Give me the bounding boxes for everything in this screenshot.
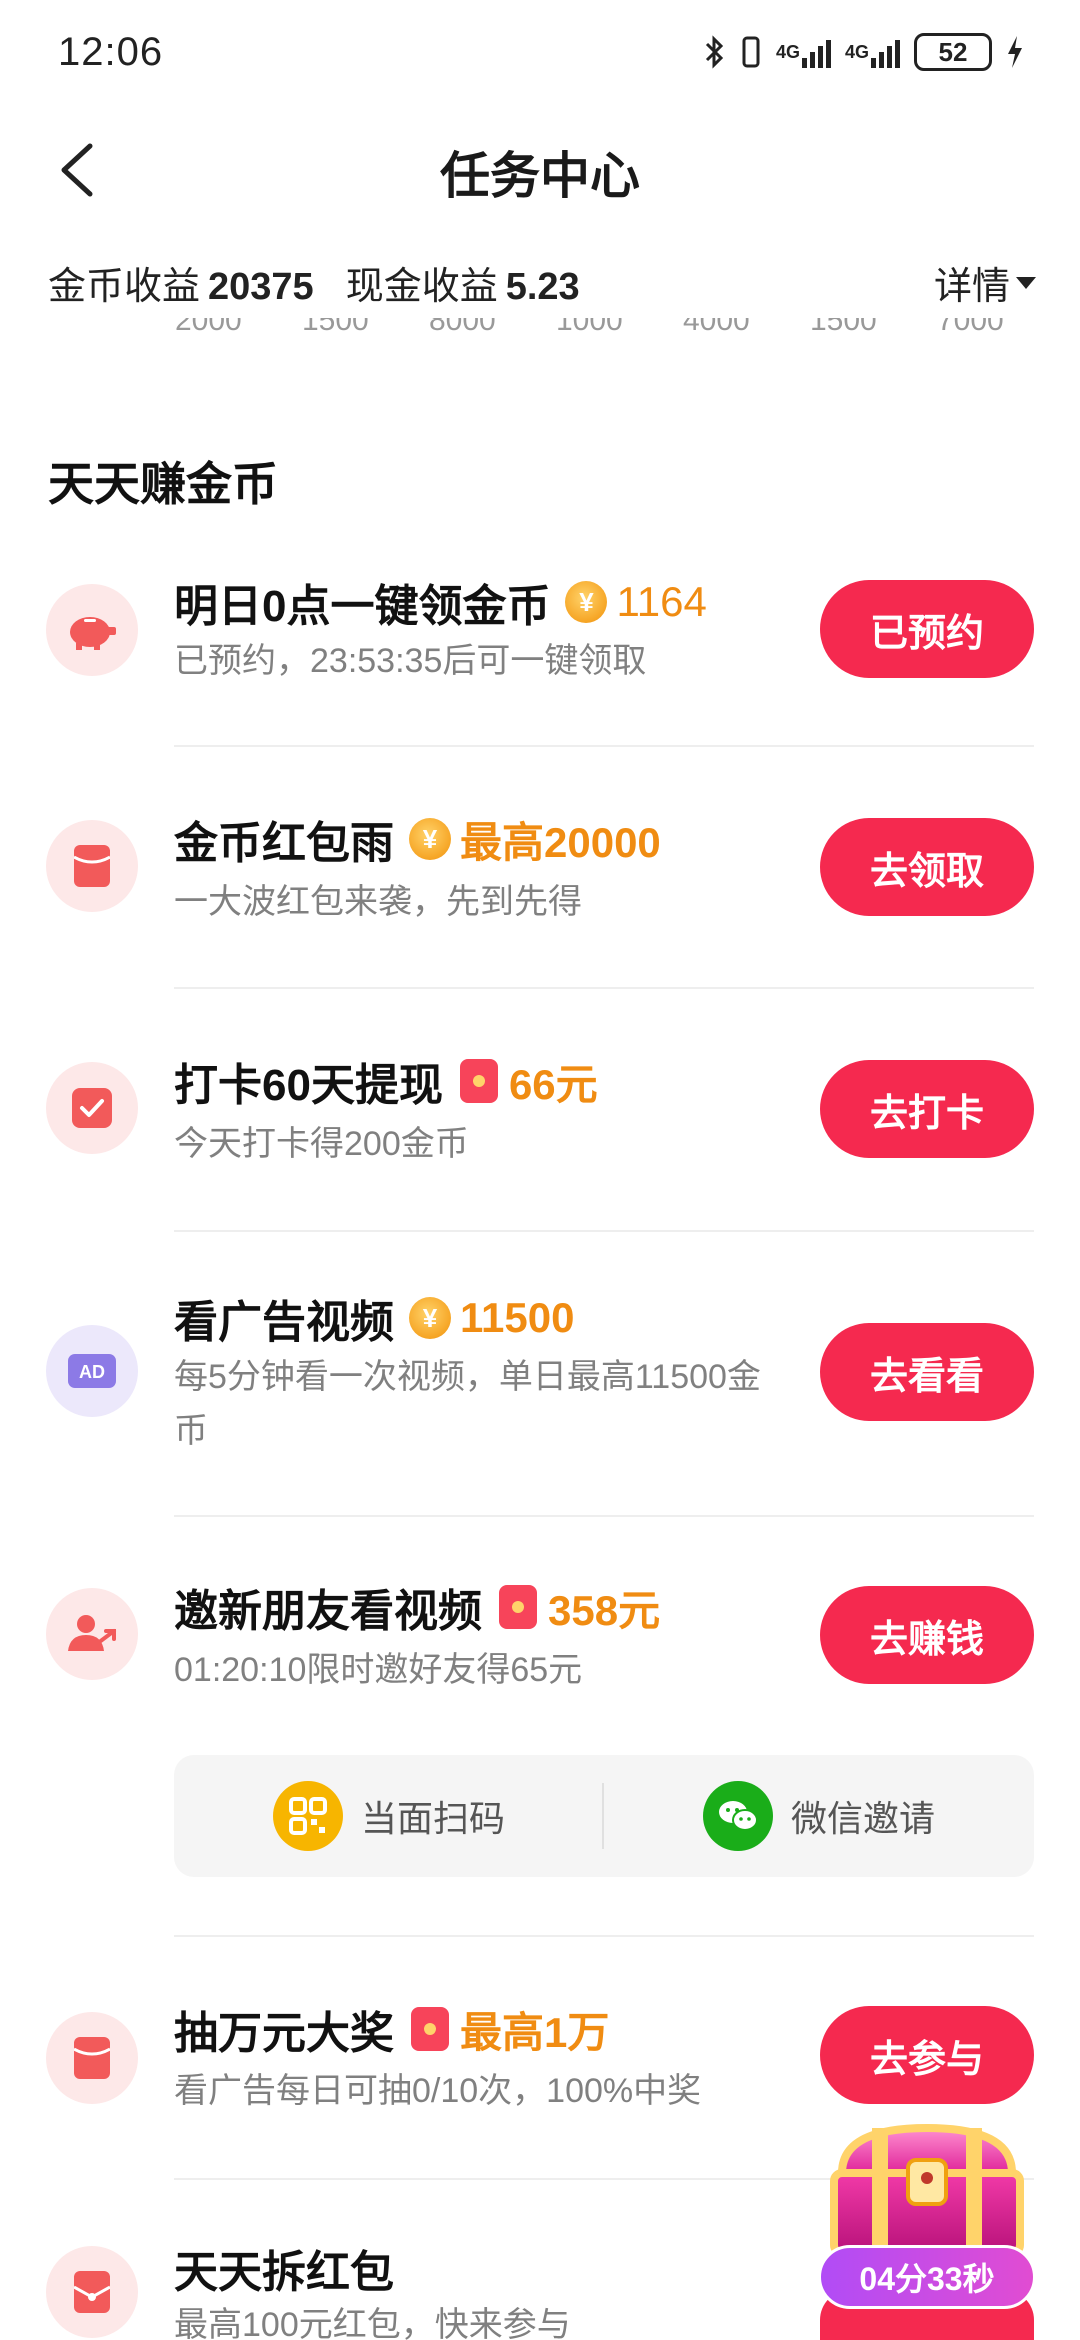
coin-earnings-value: 20375 [208,266,314,308]
status-time: 12:06 [58,30,164,74]
status-bar: 12:06 4G 4G 52 [0,0,1080,110]
checkin-button[interactable]: 去打卡 [820,1060,1034,1158]
battery-indicator: 52 [914,33,992,71]
wechat-invite-label: 微信邀请 [790,1798,935,1839]
header: 任务中心 [0,120,1080,220]
ad-icon: AD [46,1325,138,1417]
red-packet-icon [408,2007,452,2051]
chart-tick: 2000 [175,318,242,337]
task-description: 01:20:10限时邀好友得65元 [174,1651,583,1689]
task-title: 看广告视频 [174,1298,394,1347]
red-envelope-icon [46,2012,138,2104]
signal-1-icon: 4G [776,32,831,72]
task-description: 今天打卡得200金币 [174,1125,469,1163]
vibrate-icon [740,32,762,72]
chart-tick: 4000 [683,318,750,337]
coin-icon: ¥ [408,1296,452,1340]
red-packet-icon [496,1585,540,1629]
bluetooth-icon [704,32,726,72]
svg-text:AD: AD [79,1362,105,1382]
earnings-summary: 金币收益 20375 现金收益 5.23 详情 [48,255,1038,315]
task-title: 打卡60天提现 [174,1061,443,1110]
chart-tick-strip: 2000 1500 8000 1000 4000 1500 7000 [175,318,1035,348]
divider [174,1230,1034,1232]
divider [174,987,1034,989]
participate-button[interactable]: 去参与 [820,2006,1034,2104]
signal-2-icon: 4G [845,32,900,72]
caret-down-icon [1016,276,1036,289]
page-title: 任务中心 [440,148,640,204]
piggy-bank-icon [46,584,138,676]
status-icons: 4G 4G 52 [704,32,1024,72]
charging-icon [1006,32,1024,72]
divider [174,1935,1034,1937]
countdown-timer[interactable]: 04分33秒 [818,2245,1036,2309]
divider [174,745,1034,747]
red-packet-icon [457,1059,501,1103]
section-title: 天天赚金币 [48,458,278,510]
cash-earnings-value: 5.23 [505,266,580,308]
chart-tick: 7000 [937,318,1004,337]
task-reward: 11500 [460,1294,575,1341]
task-description: 已预约，23:53:35后可一键领取 [174,642,647,680]
wechat-icon [702,1781,773,1851]
coin-earnings-label: 金币收益 [48,266,201,308]
task-title: 金币红包雨 [174,819,394,868]
checkin-icon [46,1062,138,1154]
task-title: 天天拆红包 [174,2248,394,2297]
red-envelope-icon [46,820,138,912]
wechat-invite-option[interactable]: 微信邀请 [604,1755,1034,1877]
task-reward: 最高1万 [460,2008,610,2056]
task-description: 最高100元红包，快来参与 [174,2306,571,2340]
network-type-2: 4G [844,42,869,62]
task-title: 抽万元大奖 [174,2009,394,2058]
task-description: 每5分钟看一次视频，单日最高11500金币 [174,1358,761,1450]
chart-tick: 1500 [810,318,877,337]
cash-earnings-label: 现金收益 [345,266,498,308]
scan-code-option[interactable]: 当面扫码 [174,1755,604,1877]
invite-options: 当面扫码 微信邀请 [174,1755,1034,1877]
task-description: 看广告每日可抽0/10次，100%中奖 [174,2072,702,2110]
red-envelope-open-icon [46,2246,138,2338]
coin-icon: ¥ [408,817,452,861]
chart-tick: 1000 [556,318,623,337]
details-button[interactable]: 详情 [934,255,1036,310]
claim-button[interactable]: 去领取 [820,818,1034,916]
task-reward: 66元 [508,1060,598,1108]
reserved-button[interactable]: 已预约 [820,580,1034,678]
scan-code-label: 当面扫码 [360,1798,505,1839]
task-reward: 1164 [616,578,707,625]
task-description: 一大波红包来袭，先到先得 [174,883,582,921]
task-reward: 最高20000 [460,818,661,866]
watch-button[interactable]: 去看看 [820,1323,1034,1421]
invite-friends-icon [46,1588,138,1680]
chart-tick: 8000 [429,318,496,337]
chart-tick: 1500 [302,318,369,337]
earn-button[interactable]: 去赚钱 [820,1586,1034,1684]
details-label: 详情 [933,266,1010,308]
coin-icon: ¥ [564,580,608,624]
network-type-1: 4G [775,42,800,62]
divider [174,1515,1034,1517]
task-title: 邀新朋友看视频 [174,1587,482,1636]
task-reward: 358元 [548,1586,661,1634]
qr-code-icon [272,1781,343,1851]
task-title: 明日0点一键领金币 [174,582,551,631]
